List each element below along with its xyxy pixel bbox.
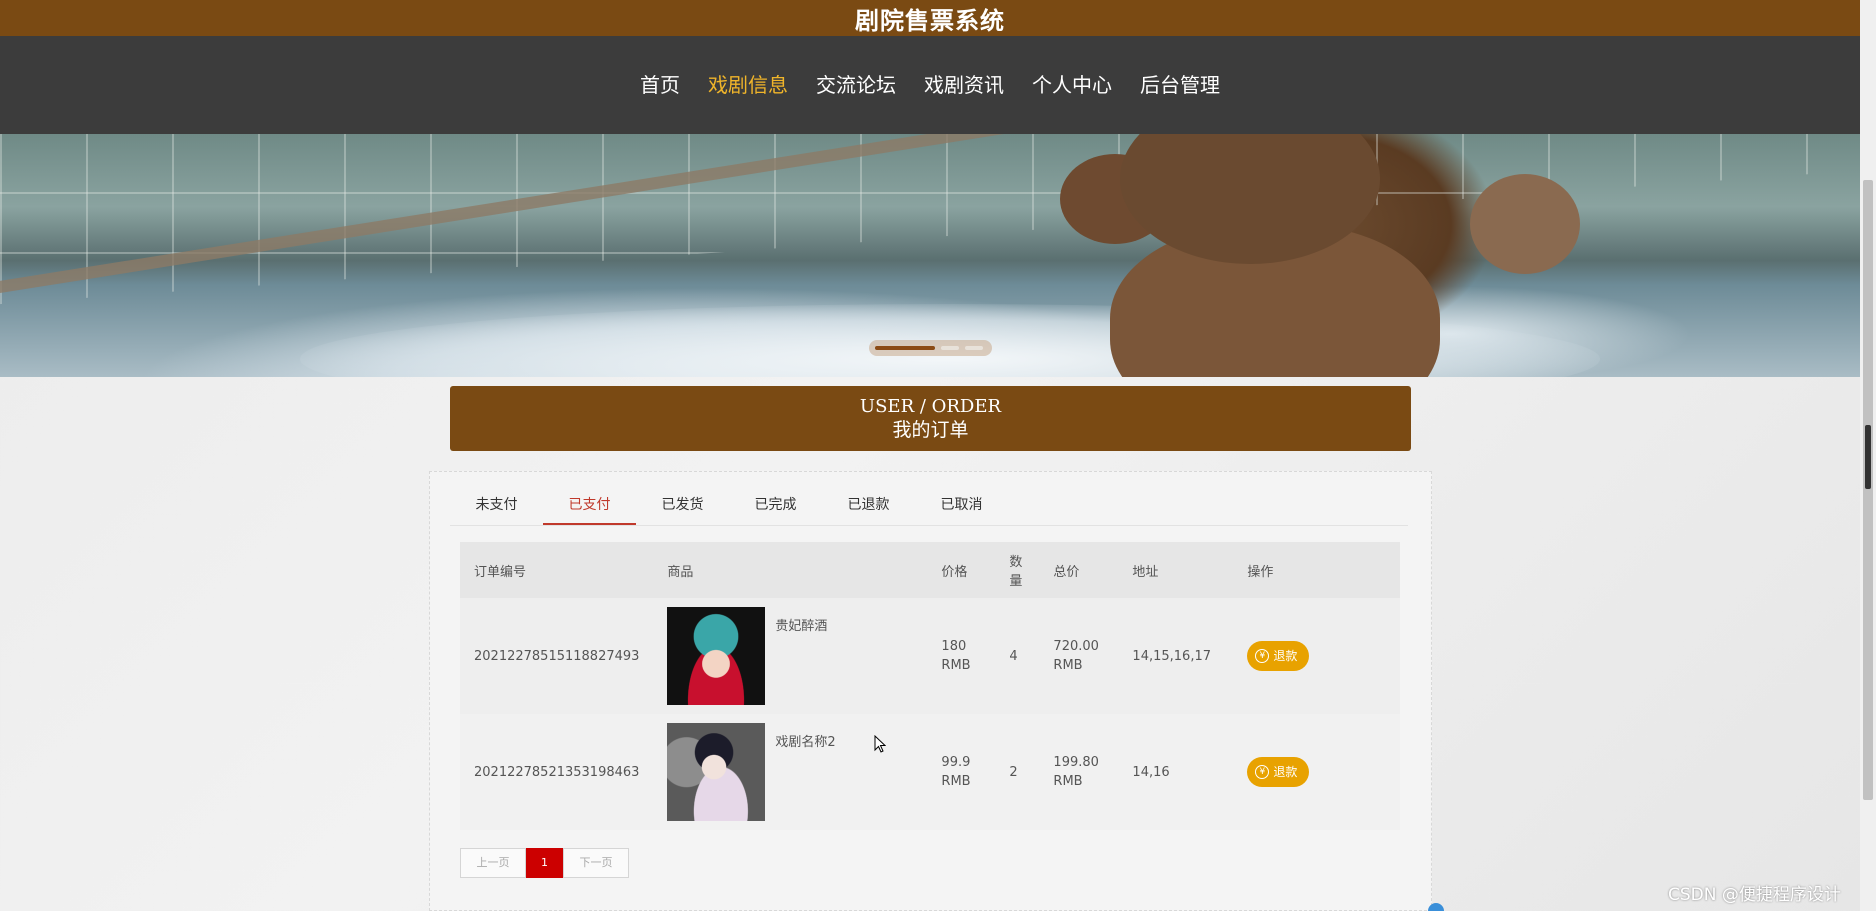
total-value: 720.00 (1053, 639, 1099, 654)
banner-bear-paw (1470, 174, 1580, 274)
address-cell: 14,15,16,17 (1132, 648, 1211, 664)
header-qty-line2: 量 (1009, 574, 1023, 589)
order-id-cell: 20212278515118827493 (474, 648, 640, 664)
total-cell: 199.80 RMB (1039, 714, 1118, 830)
nav-item-user-center[interactable]: 个人中心 (1018, 65, 1126, 105)
total-cell: 720.00 RMB (1039, 598, 1118, 714)
main-nav: 首页 戏剧信息 交流论坛 戏剧资讯 个人中心 后台管理 (0, 36, 1860, 134)
carousel-indicators (869, 340, 992, 356)
top-header-bar: 剧院售票系统 (0, 0, 1860, 36)
table-row: 20212278515118827493 贵妃醉酒 180 RMB 4 720.0… (460, 598, 1400, 714)
section-title-en: USER / ORDER (859, 395, 1002, 417)
table-row: 20212278521353198463 戏剧名称2 99.9 RMB 2 199… (460, 714, 1400, 830)
header-total: 总价 (1053, 564, 1080, 580)
tab-refunded[interactable]: 已退款 (822, 484, 915, 525)
scrollbar-thumb[interactable] (1865, 425, 1871, 489)
total-unit: RMB (1053, 658, 1083, 673)
current-page-button[interactable]: 1 (526, 848, 563, 878)
goods-cell: 戏剧名称2 (653, 714, 927, 830)
price-cell: 99.9 RMB (927, 714, 995, 830)
section-heading: USER / ORDER 我的订单 (450, 386, 1411, 451)
price-unit: RMB (941, 774, 971, 789)
prev-page-button[interactable]: 上一页 (460, 848, 526, 878)
nav-item-forum[interactable]: 交流论坛 (802, 65, 910, 105)
orders-panel: 未支付 已支付 已发货 已完成 已退款 已取消 订单编号 商品 价格 数量 总价… (429, 471, 1432, 911)
nav-item-home[interactable]: 首页 (626, 65, 694, 105)
header-goods: 商品 (667, 564, 694, 580)
nav-item-admin[interactable]: 后台管理 (1126, 65, 1234, 105)
carousel-dot-3[interactable] (965, 346, 983, 350)
orders-table: 订单编号 商品 价格 数量 总价 地址 操作 20212278515118827… (460, 542, 1400, 830)
carousel-dot-2[interactable] (941, 346, 959, 350)
total-value: 199.80 (1053, 755, 1099, 770)
goods-thumbnail[interactable] (667, 723, 766, 821)
header-order-id: 订单编号 (474, 564, 527, 580)
tab-cancelled[interactable]: 已取消 (915, 484, 1008, 525)
table-header-row: 订单编号 商品 价格 数量 总价 地址 操作 (460, 542, 1400, 598)
tab-paid[interactable]: 已支付 (543, 484, 636, 525)
quantity-cell: 2 (1009, 764, 1018, 780)
scrollbar-track-thumb[interactable] (1863, 180, 1873, 800)
nav-item-drama-news[interactable]: 戏剧资讯 (910, 65, 1018, 105)
order-id-cell: 20212278521353198463 (474, 764, 640, 780)
header-address: 地址 (1132, 564, 1159, 580)
header-quantity: 数量 (995, 542, 1039, 598)
price-cell: 180 RMB (927, 598, 995, 714)
next-page-button[interactable]: 下一页 (563, 848, 629, 878)
address-cell: 14,16 (1132, 764, 1170, 780)
yen-icon: ¥ (1255, 649, 1270, 663)
price-unit: RMB (941, 658, 971, 673)
goods-cell: 贵妃醉酒 (653, 598, 927, 714)
yen-icon: ¥ (1255, 765, 1270, 779)
header-qty-line1: 数 (1009, 555, 1023, 570)
total-unit: RMB (1053, 774, 1083, 789)
goods-name[interactable]: 贵妃醉酒 (775, 617, 827, 636)
goods-name[interactable]: 戏剧名称2 (775, 733, 835, 752)
page-scrollbar[interactable] (1860, 0, 1876, 911)
tab-shipped[interactable]: 已发货 (636, 484, 729, 525)
quantity-cell: 4 (1009, 648, 1018, 664)
action-cell: ¥ 退款 (1233, 714, 1400, 830)
tab-completed[interactable]: 已完成 (729, 484, 822, 525)
header-price: 价格 (941, 564, 968, 580)
tab-unpaid[interactable]: 未支付 (450, 484, 543, 525)
nav-item-drama-info[interactable]: 戏剧信息 (694, 65, 802, 105)
refund-label: 退款 (1273, 764, 1298, 779)
watermark: CSDN @便捷程序设计 (1668, 885, 1841, 905)
carousel-dot-1[interactable] (875, 346, 935, 350)
refund-button[interactable]: ¥ 退款 (1247, 757, 1310, 787)
goods-thumbnail[interactable] (667, 607, 766, 705)
mouse-cursor-icon (874, 735, 886, 753)
refund-label: 退款 (1273, 648, 1298, 663)
pagination: 上一页 1 下一页 (460, 848, 629, 878)
price-value: 99.9 (941, 755, 971, 770)
floating-action-icon[interactable] (1428, 903, 1444, 911)
header-action: 操作 (1247, 564, 1274, 580)
action-cell: ¥ 退款 (1233, 598, 1400, 714)
order-status-tabs: 未支付 已支付 已发货 已完成 已退款 已取消 (450, 484, 1408, 526)
section-title-cn: 我的订单 (892, 418, 969, 441)
site-title: 剧院售票系统 (855, 6, 1005, 35)
price-value: 180 (941, 639, 967, 654)
refund-button[interactable]: ¥ 退款 (1247, 641, 1310, 671)
